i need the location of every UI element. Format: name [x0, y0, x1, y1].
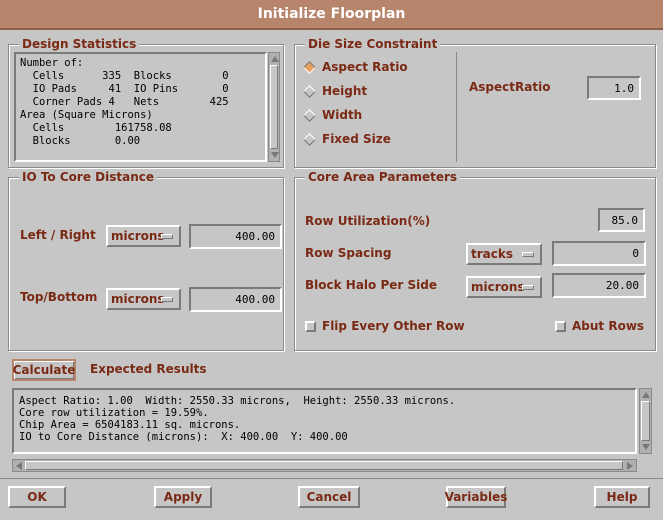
- stats-line: Blocks 0.00: [20, 135, 141, 147]
- stats-line: Area (Square Microns): [20, 109, 153, 121]
- checkbox-icon[interactable]: [555, 320, 566, 332]
- window-title: Initialize Floorplan: [257, 6, 406, 22]
- abut-rows-checkbox[interactable]: Abut Rows: [555, 318, 644, 334]
- design-statistics-title: Design Statistics: [19, 37, 140, 51]
- results-vertical-scrollbar[interactable]: [639, 388, 652, 454]
- top-bottom-unit-value: microns: [111, 292, 165, 306]
- button-bar-divider: [0, 478, 663, 479]
- results-horizontal-scrollbar[interactable]: [12, 459, 637, 472]
- stats-line: Cells 161758.08: [20, 122, 172, 134]
- scroll-left-icon[interactable]: [16, 462, 22, 470]
- design-statistics-text: Number of: Cells 335 Blocks 0 IO Pads 41…: [14, 52, 267, 162]
- left-right-input[interactable]: 400.00: [189, 224, 282, 249]
- radio-fixed-size[interactable]: Fixed Size: [303, 130, 391, 148]
- radio-height-label: Height: [322, 84, 368, 98]
- stats-line: IO Pads 41 IO Pins 0: [20, 83, 229, 95]
- scroll-right-icon[interactable]: [627, 462, 633, 470]
- dropdown-bar-icon: [161, 297, 173, 302]
- scroll-down-icon[interactable]: [271, 152, 279, 158]
- dropdown-bar-icon: [522, 252, 534, 257]
- dropdown-bar-icon: [161, 234, 173, 239]
- aspect-ratio-input[interactable]: 1.0: [587, 76, 641, 100]
- variables-button[interactable]: Variables: [445, 486, 507, 508]
- ok-button[interactable]: OK: [8, 486, 66, 508]
- die-size-divider: [456, 52, 457, 162]
- radio-icon[interactable]: [303, 108, 316, 122]
- expected-results-label: Expected Results: [90, 362, 207, 376]
- radio-width[interactable]: Width: [303, 106, 362, 124]
- result-line: Aspect Ratio: 1.00 Width: 2550.33 micron…: [19, 395, 456, 407]
- radio-selected-icon[interactable]: [303, 60, 316, 74]
- flip-every-other-row-label: Flip Every Other Row: [322, 319, 465, 333]
- row-utilization-label: Row Utilization(%): [305, 214, 431, 228]
- io-core-title: IO To Core Distance: [19, 170, 157, 184]
- scroll-up-icon[interactable]: [271, 56, 279, 62]
- flip-every-other-row-checkbox[interactable]: Flip Every Other Row: [305, 318, 465, 334]
- result-line: Chip Area = 6504183.11 sq. microns.: [19, 419, 241, 431]
- left-right-label: Left / Right: [20, 228, 96, 242]
- radio-height[interactable]: Height: [303, 82, 367, 100]
- block-halo-unit-dropdown[interactable]: microns: [466, 276, 542, 298]
- row-spacing-label: Row Spacing: [305, 246, 392, 260]
- stats-line: Number of:: [20, 57, 84, 69]
- left-right-unit-dropdown[interactable]: microns: [106, 225, 181, 247]
- scroll-thumb[interactable]: [270, 65, 278, 149]
- stats-line: Cells 335 Blocks 0: [20, 70, 229, 82]
- block-halo-input[interactable]: 20.00: [552, 273, 646, 298]
- scroll-thumb[interactable]: [641, 401, 650, 441]
- core-area-title: Core Area Parameters: [305, 170, 461, 184]
- cancel-button[interactable]: Cancel: [298, 486, 360, 508]
- dropdown-bar-icon: [522, 285, 534, 290]
- row-spacing-unit-dropdown[interactable]: tracks: [466, 243, 542, 265]
- radio-icon[interactable]: [303, 84, 316, 98]
- result-line: IO to Core Distance (microns): X: 400.00…: [19, 431, 348, 443]
- expected-results-text: Aspect Ratio: 1.00 Width: 2550.33 micron…: [12, 388, 637, 454]
- radio-aspect-ratio-label: Aspect Ratio: [322, 60, 408, 74]
- abut-rows-label: Abut Rows: [572, 319, 645, 333]
- help-button[interactable]: Help: [594, 486, 650, 508]
- result-line: Core row utilization = 19.59%.: [19, 407, 209, 419]
- die-size-title: Die Size Constraint: [305, 37, 441, 51]
- top-bottom-unit-dropdown[interactable]: microns: [106, 288, 181, 310]
- row-utilization-input[interactable]: 85.0: [598, 208, 645, 232]
- stats-line: Corner Pads 4 Nets 425: [20, 96, 229, 108]
- row-spacing-input[interactable]: 0: [552, 241, 646, 266]
- radio-fixed-size-label: Fixed Size: [322, 132, 391, 146]
- apply-button[interactable]: Apply: [154, 486, 212, 508]
- block-halo-label: Block Halo Per Side: [305, 278, 437, 292]
- top-bottom-input[interactable]: 400.00: [189, 287, 282, 312]
- window-titlebar: Initialize Floorplan: [0, 0, 663, 30]
- radio-icon[interactable]: [303, 132, 316, 146]
- initialize-floorplan-window: Initialize Floorplan Design Statistics N…: [0, 0, 663, 520]
- block-halo-unit-value: microns: [471, 280, 525, 294]
- aspect-ratio-label: AspectRatio: [469, 80, 551, 94]
- radio-width-label: Width: [322, 108, 363, 122]
- radio-aspect-ratio[interactable]: Aspect Ratio: [303, 58, 408, 76]
- scroll-down-icon[interactable]: [642, 444, 650, 450]
- row-spacing-unit-value: tracks: [471, 247, 513, 261]
- top-bottom-label: Top/Bottom: [20, 290, 98, 304]
- io-core-group: IO To Core Distance: [8, 170, 284, 351]
- calculate-button[interactable]: Calculate: [12, 359, 76, 381]
- stats-scrollbar[interactable]: [268, 52, 280, 162]
- checkbox-icon[interactable]: [305, 320, 316, 332]
- scroll-up-icon[interactable]: [642, 392, 650, 398]
- left-right-unit-value: microns: [111, 229, 165, 243]
- scroll-thumb[interactable]: [25, 461, 623, 470]
